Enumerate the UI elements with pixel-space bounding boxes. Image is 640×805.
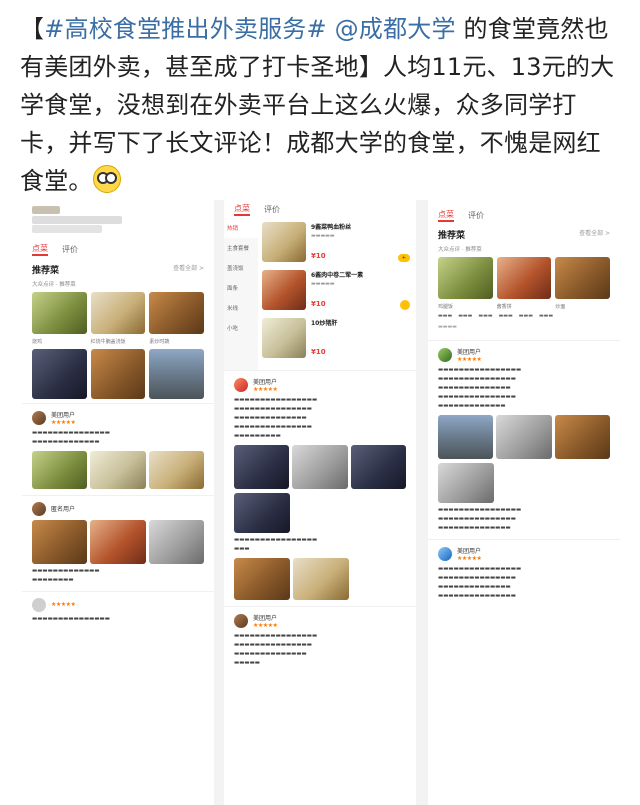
review-photo [32,519,88,564]
review-photo [496,415,552,459]
rating-stars: ★★★★★ [51,418,76,426]
dish-photo [555,257,611,299]
review-photo [350,445,406,489]
tab-order: 点菜 [32,243,48,256]
hashtag-link[interactable]: #高校食堂推出外卖服务# [44,15,327,43]
recommended-title: 推荐菜 查看全部 > [32,264,204,276]
tab-order: 点菜 [438,209,454,222]
store-header [22,200,214,241]
avatar [438,547,452,561]
review-photo [293,558,349,600]
menu-layout: 热销 主食套餐 盖浇饭 面条 米线 小吃 9酱菜鸭血粉丝 ▬▬▬▬▬ ¥10 + [224,218,416,370]
tab-order: 点菜 [234,203,250,216]
review-photo [32,450,88,489]
avatar [234,378,248,392]
review-card: 美团用户 ★★★★★ ▬▬▬▬▬▬▬▬▬▬▬▬▬▬▬▬ ▬▬▬▬▬▬▬▬▬▬▬▬▬▬… [224,370,416,606]
store-photo [90,348,146,399]
review-card: 匿名用户 ▬▬▬▬▬▬▬▬▬▬▬▬▬ ▬▬▬▬▬▬▬▬ [22,494,214,591]
mention-link[interactable]: @成都大学 [335,15,456,43]
review-photo [148,450,204,489]
review-card: 美团用户 ★★★★★ ▬▬▬▬▬▬▬▬▬▬▬▬▬▬▬▬ ▬▬▬▬▬▬▬▬▬▬▬▬▬▬… [224,606,416,674]
dish-tags: ▬▬▬ ▬▬▬ ▬▬▬ ▬▬▬ ▬▬▬ ▬▬▬ [438,313,554,319]
recommended-title: 推荐菜 查看全部 > [438,230,610,241]
tab-bar: 点菜 评价 [22,241,214,259]
recommended-subline: 大众点评 · 推荐菜 [438,247,482,253]
avatar [32,410,46,425]
bracket-open: 【 [20,15,45,43]
tab-bar: 点菜 评价 [224,200,416,218]
dish-photo [149,291,205,334]
category-nav: 热销 主食套餐 盖浇饭 面条 米线 小吃 [224,218,258,370]
tab-reviews: 评价 [62,245,78,254]
review-photo [292,445,348,489]
dish-photo [262,270,306,310]
dish-captions: 烧鸡 红烧牛腩盖浇饭 素炒时蔬 [32,338,170,345]
app-screenshot-3: 点菜 评价 推荐菜 查看全部 > 大众点评 · 推荐菜 鸡腿饭 酱香饼 炒面 ▬… [428,200,620,805]
review-photo [90,519,146,564]
avatar [32,501,46,516]
dish-photo [496,257,552,299]
screenshot-collage[interactable]: 点菜 评价 推荐菜 查看全部 > 大众点评 · 推荐菜 烧鸡 红烧牛腩盖浇饭 素… [22,200,620,805]
review-photo [234,493,290,533]
dish-photo [438,257,493,299]
review-photo [234,445,290,489]
review-card: ★★★★★ ▬▬▬▬▬▬▬▬▬▬▬▬▬▬▬ [22,590,214,630]
review-card: 美团用户 ★★★★★ ▬▬▬▬▬▬▬▬▬▬▬▬▬▬▬▬ ▬▬▬▬▬▬▬▬▬▬▬▬▬▬… [428,340,620,539]
review-text-placeholder: ▬▬▬▬▬▬▬▬▬▬▬▬▬▬▬ ▬▬▬▬▬▬▬▬▬▬▬▬▬ [32,429,110,445]
add-to-cart-button: + [397,254,410,262]
tab-bar: 点菜 评价 [428,206,620,224]
app-screenshot-2: 点菜 评价 热销 主食套餐 盖浇饭 面条 米线 小吃 9酱菜鸭血粉丝 ▬▬▬▬▬… [224,200,416,805]
dish-list: 9酱菜鸭血粉丝 ▬▬▬▬▬ ¥10 + 6酱肉中卷二荤一素 ▬▬▬▬▬ ¥10 [258,218,416,370]
avatar [32,597,46,612]
post-text: 【#高校食堂推出外卖服务# @成都大学 的食堂竟然也有美团外卖，甚至成了打卡圣地… [20,10,620,200]
dish-captions: 鸡腿饭 酱香饼 炒面 [438,304,566,310]
review-photo [234,558,290,600]
dish-photo [90,291,146,334]
tab-reviews: 评价 [264,204,280,214]
dish-photo [32,291,87,334]
dish-photo [262,222,306,262]
dish-item: 6酱肉中卷二荤一素 ▬▬▬▬▬ ¥10 [262,270,412,310]
store-photo [149,348,205,399]
store-photo [32,348,87,399]
review-photo [438,463,494,503]
avatar [234,614,248,628]
review-photo [90,450,146,489]
avatar [438,348,452,362]
recommended-dishes [22,288,214,338]
review-photo [148,519,204,564]
store-logo [32,206,60,214]
recommended-dishes [428,253,620,303]
store-photos [22,345,214,403]
recommended-subline: 大众点评 · 推荐菜 [32,281,76,288]
dazed-face-emoji-icon [92,165,121,193]
dish-item: 9酱菜鸭血粉丝 ▬▬▬▬▬ ¥10 + [262,222,412,262]
app-screenshot-1: 点菜 评价 推荐菜 查看全部 > 大众点评 · 推荐菜 烧鸡 红烧牛腩盖浇饭 素… [22,200,214,805]
dish-photo [262,318,306,358]
review-photo [554,415,610,459]
dish-item: 10炒猪肝 ¥10 [262,318,412,358]
review-card: 美团用户 ★★★★★ ▬▬▬▬▬▬▬▬▬▬▬▬▬▬▬▬ ▬▬▬▬▬▬▬▬▬▬▬▬▬▬… [428,539,620,607]
review-photo [438,415,494,459]
review-card: 美团用户 ★★★★★ ▬▬▬▬▬▬▬▬▬▬▬▬▬▬▬ ▬▬▬▬▬▬▬▬▬▬▬▬▬ [22,402,214,495]
bracket-close: 】 [358,53,384,81]
add-to-cart-button [400,300,410,310]
tab-reviews: 评价 [468,210,484,220]
